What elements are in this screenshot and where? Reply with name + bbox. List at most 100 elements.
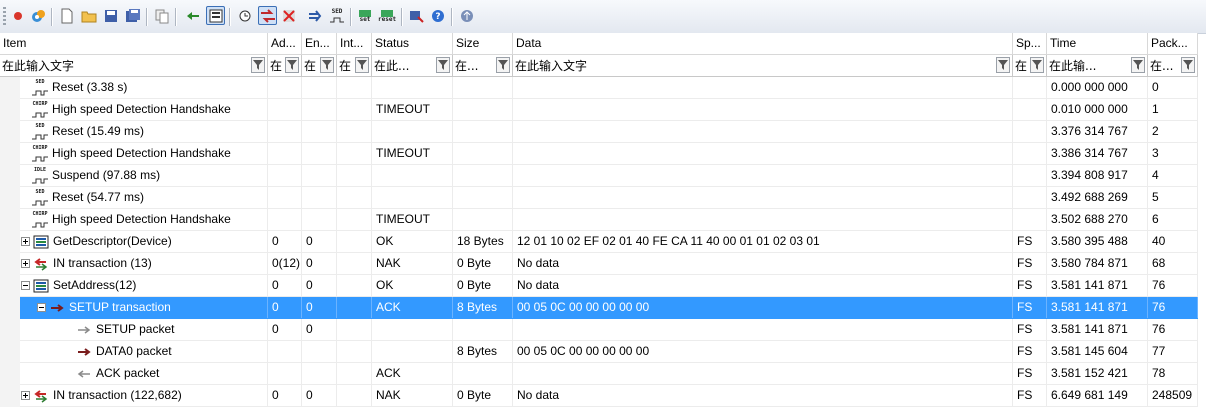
column-header-time[interactable]: Time	[1047, 33, 1148, 54]
back-arrow-icon[interactable]	[184, 7, 202, 25]
cell-address: 0	[268, 297, 302, 318]
table-row[interactable]: SETUP packet 0 0 FS 3.581 141 871 76	[0, 319, 1198, 341]
toolbar-grip[interactable]	[3, 7, 6, 25]
filter-button-data[interactable]	[996, 57, 1010, 73]
filter-button-speed[interactable]	[1030, 57, 1044, 73]
column-header-endpoint[interactable]: En...	[302, 33, 337, 54]
cell-speed: FS	[1013, 363, 1047, 384]
expand-icon[interactable]	[21, 259, 30, 268]
cell-data	[513, 77, 1013, 98]
swap-arrows-icon[interactable]	[258, 6, 277, 25]
table-row[interactable]: SED Reset (15.49 ms) 3.376 314 767 2	[0, 121, 1198, 143]
item-label: IN transaction (13)	[53, 256, 152, 270]
filter-input-interface[interactable]	[339, 57, 352, 73]
column-header-interface[interactable]: Int...	[337, 33, 372, 54]
cell-address	[268, 143, 302, 164]
cell-endpoint	[302, 99, 337, 120]
filter-button-address[interactable]	[285, 57, 299, 73]
expand-icon[interactable]	[21, 237, 30, 246]
filter-input-item[interactable]	[2, 57, 248, 73]
reset-icon[interactable]: reset	[378, 7, 396, 25]
filter-input-status[interactable]	[374, 57, 433, 73]
column-header-row: Item Ad... En... Int... Status Size Data…	[0, 33, 1198, 55]
gear-icon[interactable]	[29, 7, 47, 25]
filter-input-speed[interactable]	[1015, 57, 1027, 73]
chirp-icon: CHIRP	[32, 102, 48, 118]
cell-data	[513, 363, 1013, 384]
packet-data-icon	[76, 344, 92, 360]
cell-speed	[1013, 187, 1047, 208]
filter-input-size[interactable]	[455, 57, 493, 73]
table-row[interactable]: IN transaction (122,682) 0 0 NAK 0 Byte No da…	[0, 385, 1198, 407]
new-file-icon[interactable]	[58, 7, 76, 25]
expand-icon[interactable]	[21, 391, 30, 400]
table-row[interactable]: DATA0 packet 8 Bytes 00 05 0C 00 00 00 00 …	[0, 341, 1198, 363]
table-row[interactable]: CHIRP High speed Detection Handshake TIMEO…	[0, 99, 1198, 121]
table-row[interactable]: CHIRP High speed Detection Handshake TIMEO…	[0, 209, 1198, 231]
cell-size	[453, 209, 513, 230]
clock-icon[interactable]	[236, 7, 254, 25]
column-header-packet[interactable]: Pack...	[1148, 33, 1198, 54]
cell-time: 6.649 681 149	[1047, 385, 1148, 406]
cell-packet: 3	[1148, 143, 1198, 164]
collapse-icon[interactable]	[21, 281, 30, 290]
cell-packet: 5	[1148, 187, 1198, 208]
table-row[interactable]: SED Reset (3.38 s) 0.000 000 000 0	[0, 77, 1198, 99]
red-dot-icon[interactable]	[9, 7, 27, 25]
filter-button-interface[interactable]	[355, 57, 369, 73]
help-icon[interactable]: ?	[429, 7, 447, 25]
table-row[interactable]: CHIRP High speed Detection Handshake TIMEO…	[0, 143, 1198, 165]
set-icon[interactable]: set	[356, 7, 374, 25]
cell-speed: FS	[1013, 319, 1047, 340]
table-row[interactable]: SED Reset (54.77 ms) 3.492 688 269 5	[0, 187, 1198, 209]
cell-data	[513, 165, 1013, 186]
table-row[interactable]: IN transaction (13) 0(12) 0 NAK 0 Byte No dat…	[0, 253, 1198, 275]
usb-icon[interactable]	[458, 7, 476, 25]
filter-funnel-icon	[322, 60, 332, 70]
table-row[interactable]: SetAddress(12) 0 0 OK 0 Byte No data FS 3.581 1…	[0, 275, 1198, 297]
column-header-status[interactable]: Status	[372, 33, 453, 54]
cell-data	[513, 121, 1013, 142]
table-row[interactable]: SETUP transaction 0 0 ACK 8 Bytes 00 05 0C 00…	[0, 297, 1198, 319]
filter-input-endpoint[interactable]	[304, 57, 317, 73]
table-row[interactable]: IDLE Suspend (97.88 ms) 3.394 808 917 4	[0, 165, 1198, 187]
column-header-data[interactable]: Data	[513, 33, 1013, 54]
filter-button-size[interactable]	[496, 57, 510, 73]
cell-address	[268, 165, 302, 186]
filter-button-item[interactable]	[251, 57, 265, 73]
open-folder-icon[interactable]	[80, 7, 98, 25]
cell-item: SETUP packet	[0, 319, 268, 340]
cell-time: 3.580 784 871	[1047, 253, 1148, 274]
cell-packet: 6	[1148, 209, 1198, 230]
cell-packet: 2	[1148, 121, 1198, 142]
save-all-icon[interactable]	[124, 7, 142, 25]
column-header-speed[interactable]: Sp...	[1013, 33, 1047, 54]
column-header-item[interactable]: Item	[0, 33, 268, 54]
cell-size	[453, 187, 513, 208]
list-view-icon[interactable]	[206, 6, 225, 25]
cell-interface	[337, 99, 372, 120]
cell-status	[372, 121, 453, 142]
cell-size: 0 Byte	[453, 253, 513, 274]
filter-button-status[interactable]	[436, 57, 450, 73]
copy-icon[interactable]	[153, 7, 171, 25]
table-row[interactable]: ACK packet ACK FS 3.581 152 421 78	[0, 363, 1198, 385]
filter-cross-icon[interactable]	[280, 7, 298, 25]
filter-button-time[interactable]	[1131, 57, 1145, 73]
column-header-address[interactable]: Ad...	[268, 33, 302, 54]
tool-icon[interactable]	[407, 7, 425, 25]
filter-funnel-icon	[1183, 60, 1193, 70]
filter-button-packet[interactable]	[1181, 57, 1195, 73]
save-icon[interactable]	[102, 7, 120, 25]
table-row[interactable]: GetDescriptor(Device) 0 0 OK 18 Bytes 12 01 1…	[0, 231, 1198, 253]
column-header-size[interactable]: Size	[453, 33, 513, 54]
filter-input-packet[interactable]	[1150, 57, 1178, 73]
cell-speed: FS	[1013, 341, 1047, 362]
filter-input-data[interactable]	[515, 57, 993, 73]
sed-icon[interactable]: SED	[328, 7, 346, 25]
filter-button-endpoint[interactable]	[320, 57, 334, 73]
filter-input-time[interactable]	[1049, 57, 1128, 73]
collapse-icon[interactable]	[37, 303, 46, 312]
filter-input-address[interactable]	[270, 57, 282, 73]
arrow-right-icon[interactable]	[306, 7, 324, 25]
